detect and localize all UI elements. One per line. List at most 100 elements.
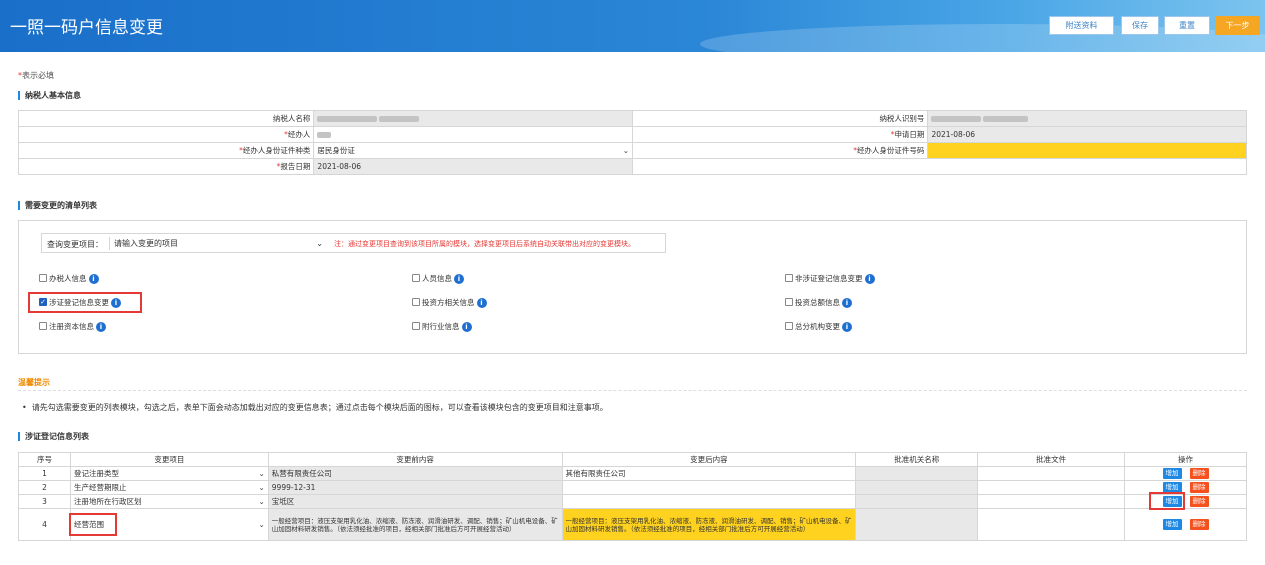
- col-approval-doc: 批准文件: [977, 452, 1126, 467]
- empty-label: [632, 158, 928, 175]
- delete-button[interactable]: 删除: [1189, 519, 1209, 530]
- approval-org-field[interactable]: [855, 508, 979, 541]
- chevron-down-icon: ⌄: [258, 482, 265, 492]
- chevron-down-icon: ⌄: [258, 519, 265, 529]
- approval-org-field[interactable]: [855, 494, 979, 509]
- reset-button[interactable]: 重置: [1164, 16, 1210, 35]
- row-no: 3: [18, 494, 71, 509]
- highlight-box: [1149, 492, 1186, 510]
- col-before: 变更前内容: [267, 452, 563, 467]
- add-button[interactable]: 增加: [1162, 468, 1182, 479]
- change-list-title: 需要变更的清单列表: [18, 201, 97, 210]
- approval-doc-field[interactable]: [977, 508, 1126, 541]
- page-title: 一照一码户信息变更: [10, 18, 163, 38]
- delete-button[interactable]: 删除: [1189, 482, 1209, 493]
- info-icon[interactable]: i: [476, 298, 487, 308]
- col-after: 变更后内容: [561, 452, 857, 467]
- before-value: 一般经营项目：液压支架用乳化油、浓缩液、防冻液、润滑油研发、调配、销售；矿山机电…: [267, 508, 563, 541]
- agent-id-no-field[interactable]: [927, 142, 1247, 159]
- tips-title: 温馨提示: [18, 378, 50, 387]
- before-value: 私营有限责任公司: [267, 466, 563, 481]
- change-item-select[interactable]: 注册地所在行政区划 ⌄: [69, 494, 269, 509]
- checkbox-non-cert-change[interactable]: 非涉证登记信息变更 i: [785, 273, 875, 284]
- row-actions: 增加 删除: [1124, 466, 1247, 481]
- row-actions: 增加 删除: [1124, 508, 1247, 541]
- chevron-down-icon: ⌄: [622, 145, 630, 155]
- tips-text: • 请先勾选需要变更的列表模块，勾选之后，表单下面会动态加载出对应的变更信息表；…: [22, 403, 608, 412]
- delete-button[interactable]: 删除: [1189, 496, 1209, 507]
- after-field[interactable]: 其他有限责任公司: [561, 466, 857, 481]
- row-no: 4: [18, 508, 71, 541]
- table-row: 4 经营范围 ⌄ 一般经营项目：液压支架用乳化油、浓缩液、防冻液、润滑油研发、调配…: [18, 508, 1247, 541]
- approval-org-field[interactable]: [855, 466, 979, 481]
- cert-change-table: 序号 变更项目 变更前内容 变更后内容 批准机关名称 批准文件 操作 1 登记注…: [18, 452, 1247, 541]
- agent-id-type-select[interactable]: 居民身份证 ⌄: [313, 142, 634, 159]
- chevron-down-icon: ⌄: [316, 239, 323, 248]
- info-icon[interactable]: i: [454, 274, 464, 284]
- divider: [18, 390, 1247, 391]
- attach-materials-button[interactable]: 附送资料: [1049, 16, 1114, 35]
- checkbox-personnel-info[interactable]: 人员信息 i: [412, 273, 464, 284]
- row-no: 1: [18, 466, 71, 481]
- info-icon[interactable]: i: [842, 298, 852, 308]
- checkbox-sub-industry[interactable]: 附行业信息 i: [412, 321, 472, 332]
- query-tip: 注：通过变更项目查询到该项目所属的模块，选择变更项目后系统自动关联带出对应的变更…: [334, 240, 635, 248]
- taxpayer-name-label: 纳税人名称: [17, 110, 315, 127]
- chevron-down-icon: ⌄: [258, 468, 265, 478]
- agent-label: *经办人: [17, 126, 315, 143]
- table-row: 2 生产经营期限止 ⌄ 9999-12-31 增加 删除: [18, 480, 1247, 495]
- col-actions: 操作: [1124, 452, 1247, 467]
- row-no: 2: [18, 480, 71, 495]
- cert-list-title: 涉证登记信息列表: [18, 432, 89, 441]
- highlight-box: [28, 292, 142, 313]
- change-item-select[interactable]: 登记注册类型 ⌄: [69, 466, 269, 481]
- checkbox-branch-change[interactable]: 总分机构变更 i: [785, 321, 852, 332]
- taxpayer-id-value: [927, 110, 1247, 127]
- next-step-button[interactable]: 下一步: [1215, 16, 1260, 35]
- empty-value: [927, 158, 1247, 175]
- checkbox-taxhandler-info[interactable]: 办税人信息 i: [39, 273, 99, 284]
- highlight-box: [68, 513, 117, 536]
- apply-date-value: 2021-08-06: [927, 126, 1247, 143]
- col-approval-org: 批准机关名称: [855, 452, 979, 467]
- checkbox-investor-info[interactable]: 投资方相关信息 i: [412, 297, 487, 308]
- save-button[interactable]: 保存: [1121, 16, 1159, 35]
- approval-doc-field[interactable]: [977, 466, 1126, 481]
- table-row: 3 注册地所在行政区划 ⌄ 宝坻区 增加 删除: [18, 492, 1247, 510]
- approval-doc-field[interactable]: [977, 494, 1126, 509]
- table-header: 序号 变更项目 变更前内容 变更后内容 批准机关名称 批准文件 操作: [18, 452, 1247, 467]
- checkbox-investment-total[interactable]: 投资总额信息 i: [785, 297, 852, 308]
- change-item-select[interactable]: 生产经营期限止 ⌄: [69, 480, 269, 495]
- taxpayer-name-value: [313, 110, 634, 127]
- agent-field[interactable]: [313, 126, 634, 143]
- change-item-select[interactable]: 经营范围 ⌄: [68, 508, 269, 541]
- row-actions: 增加 删除: [1124, 480, 1247, 495]
- page-header: 一照一码户信息变更 附送资料 保存 重置 下一步: [0, 0, 1265, 52]
- info-icon[interactable]: i: [88, 274, 99, 284]
- basic-info-table: 纳税人名称 纳税人识别号 *经办人 *申请日期 2021-08-06 *经办人身…: [17, 110, 1247, 175]
- col-no: 序号: [18, 452, 71, 467]
- after-field[interactable]: [561, 494, 857, 509]
- before-value: 9999-12-31: [267, 480, 563, 495]
- checkbox-reg-capital[interactable]: 注册资本信息 i: [39, 321, 106, 332]
- info-icon[interactable]: i: [842, 322, 852, 332]
- agent-id-type-label: *经办人身份证件种类: [17, 142, 315, 159]
- approval-doc-field[interactable]: [977, 480, 1126, 495]
- delete-button[interactable]: 删除: [1189, 468, 1209, 479]
- required-note: *表示必填: [18, 71, 54, 80]
- change-item-select[interactable]: 请输入变更的项目 ⌄: [109, 237, 326, 250]
- change-list-box: 查询变更项目： 请输入变更的项目 ⌄ 注：通过变更项目查询到该项目所属的模块，选…: [18, 220, 1247, 354]
- after-field[interactable]: 一般经营项目：液压支架用乳化油、浓缩液、防冻液、润滑油研发、调配、销售；矿山机电…: [561, 508, 857, 541]
- row-actions: 增加 删除: [1124, 492, 1247, 510]
- report-date-value: 2021-08-06: [313, 158, 634, 175]
- add-button[interactable]: 增加: [1162, 519, 1182, 530]
- col-item: 变更项目: [69, 452, 269, 467]
- approval-org-field[interactable]: [855, 480, 979, 495]
- info-icon[interactable]: i: [461, 322, 472, 332]
- taxpayer-id-label: 纳税人识别号: [632, 110, 929, 127]
- basic-info-title: 纳税人基本信息: [18, 91, 81, 100]
- after-field[interactable]: [561, 480, 857, 495]
- info-icon[interactable]: i: [864, 274, 875, 284]
- info-icon[interactable]: i: [96, 322, 106, 332]
- apply-date-label: *申请日期: [632, 126, 929, 143]
